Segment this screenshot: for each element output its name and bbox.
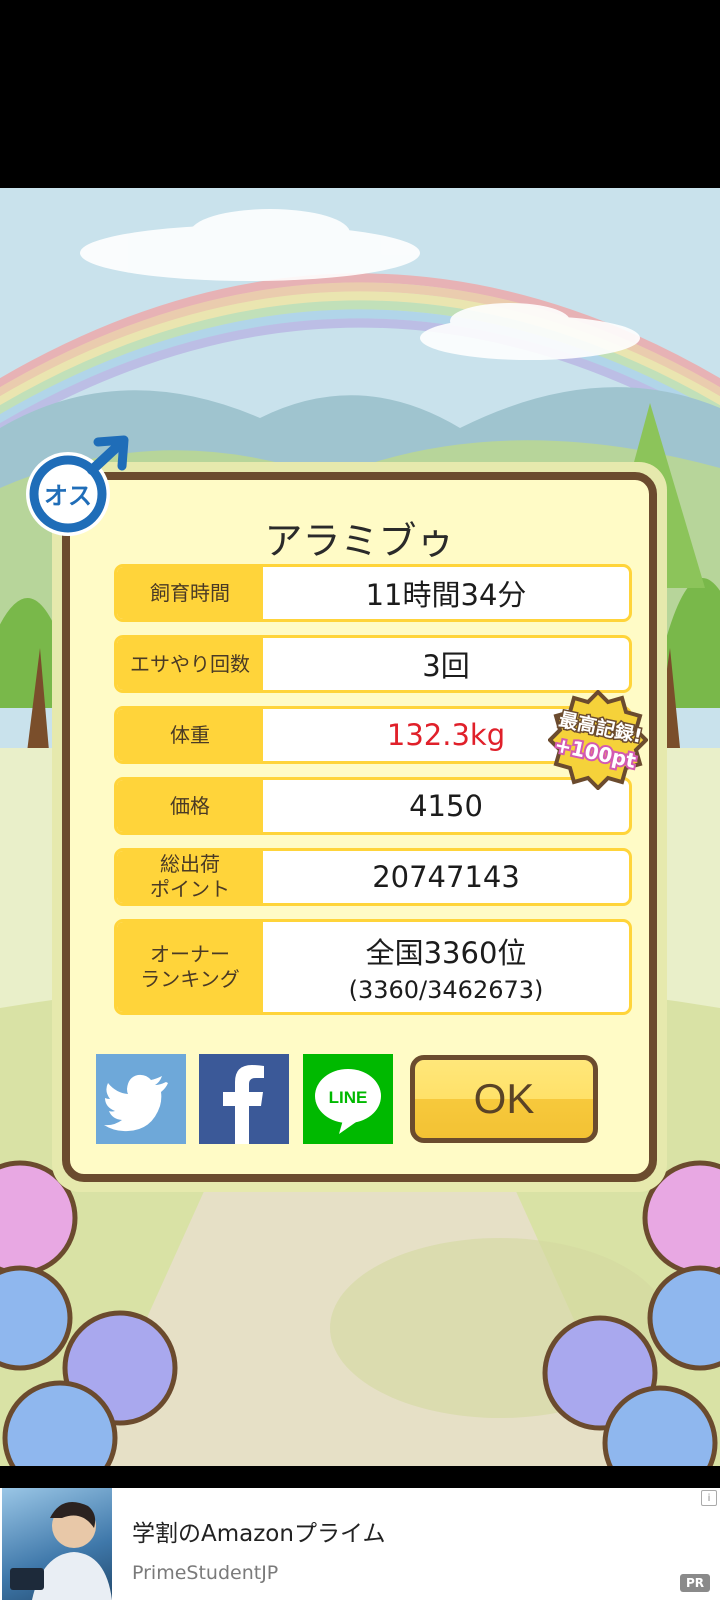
stat-row-raising-time: 飼育時間 11時間34分 <box>114 564 632 622</box>
stat-value: 11時間34分 <box>365 578 527 612</box>
line-label: LINE <box>329 1088 368 1107</box>
line-share-button[interactable]: LINE <box>303 1054 393 1144</box>
best-record-badge: 最高記録! +100pt <box>547 689 649 791</box>
stat-row-owner-ranking: オーナー ランキング 全国3360位 (3360/3462673) <box>114 919 632 1015</box>
twitter-bird-icon <box>104 1074 168 1132</box>
stat-value: 3回 <box>422 649 470 683</box>
stat-label: オーナー ランキング <box>117 922 263 1012</box>
gender-label: オス <box>44 482 92 510</box>
line-logo-icon: LINE <box>315 1069 381 1134</box>
ad-info-icon[interactable]: i <box>701 1490 717 1506</box>
ad-image <box>2 1488 112 1600</box>
twitter-share-button[interactable] <box>96 1054 186 1144</box>
stat-label: 価格 <box>117 780 263 832</box>
ok-button[interactable]: OK <box>410 1055 598 1143</box>
ad-banner[interactable]: 学割のAmazonプライム PrimeStudentJP <box>0 1488 720 1600</box>
ad-advertiser: PrimeStudentJP <box>132 1562 279 1584</box>
stat-label: 飼育時間 <box>117 567 263 619</box>
stat-label: 体重 <box>117 709 263 761</box>
ranking-detail: (3360/3462673) <box>348 976 544 1004</box>
stat-label: 総出荷 ポイント <box>117 851 263 903</box>
stat-label: エサやり回数 <box>117 638 263 690</box>
stat-value: 20747143 <box>372 860 520 894</box>
ranking-rank: 全国3360位 <box>365 936 527 970</box>
pet-name-title: アラミブゥ <box>264 519 455 563</box>
ad-pr-badge: PR <box>680 1574 710 1592</box>
stat-value-ranking: 全国3360位 (3360/3462673) <box>263 922 629 1012</box>
ad-title: 学割のAmazonプライム <box>132 1521 386 1547</box>
stat-row-total-points: 総出荷 ポイント 20747143 <box>114 848 632 906</box>
male-gender-icon: オス <box>22 434 132 544</box>
stat-row-feeding-count: エサやり回数 3回 <box>114 635 632 693</box>
facebook-f-icon <box>223 1065 264 1144</box>
facebook-share-button[interactable] <box>199 1054 289 1144</box>
